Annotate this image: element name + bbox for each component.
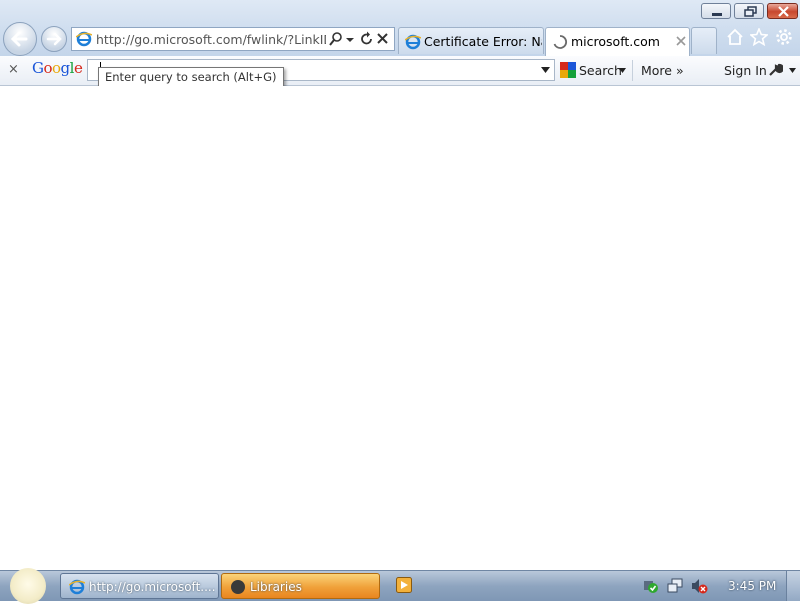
minimize-icon [712,13,722,16]
taskbar: http://go.microsoft.... Libraries 3:45 P… [0,568,800,604]
search-tooltip: Enter query to search (Alt+G) [98,67,284,88]
google-logo[interactable]: Google [32,59,83,77]
tab-certificate-error[interactable]: Certificate Error: Na... [398,27,544,54]
new-tab-button[interactable] [691,27,717,54]
home-icon[interactable] [726,28,744,46]
address-bar[interactable]: http://go.microsoft.com/fwlink/?LinkID=1… [71,27,395,51]
google-search-button[interactable]: Search [579,63,622,78]
security-check-icon[interactable] [642,578,660,594]
restore-icon [744,6,757,17]
close-tab-icon[interactable] [674,34,688,48]
chevron-down-icon[interactable] [541,67,550,73]
address-url[interactable]: http://go.microsoft.com/fwlink/?LinkID=1… [96,32,326,47]
tab-microsoft[interactable]: microsoft.com [545,27,690,56]
taskbar-item-ie[interactable]: http://go.microsoft.... [60,573,219,599]
clock[interactable]: 3:45 PM [728,579,776,593]
wrench-icon[interactable] [767,62,783,78]
tools-gear-icon[interactable] [775,28,793,46]
close-window-button[interactable] [767,3,798,19]
close-icon [778,6,789,17]
favorites-star-icon[interactable] [750,28,768,46]
media-player-icon[interactable] [396,577,412,593]
show-desktop-button[interactable] [786,571,800,601]
taskbar-item-libraries[interactable]: Libraries [221,573,380,599]
taskbar-item-label: http://go.microsoft.... [89,580,215,594]
taskbar-item-label: Libraries [250,580,302,594]
chevron-down-icon[interactable] [789,68,796,73]
back-button[interactable] [3,22,37,56]
network-icon[interactable] [667,578,685,594]
volume-muted-icon[interactable] [691,578,709,594]
forward-arrow-icon [46,32,62,46]
stop-icon[interactable] [375,31,391,47]
loading-icon [553,35,568,49]
minimize-button[interactable] [701,3,731,19]
toolbar-separator [632,60,633,81]
sign-in-link[interactable]: Sign In [724,63,767,78]
toolbar-close-button[interactable]: × [8,62,19,77]
tab-title: microsoft.com [571,34,660,49]
restore-button[interactable] [734,3,764,19]
search-icon[interactable] [328,31,344,47]
ie-icon [76,31,92,47]
refresh-icon[interactable] [359,31,375,47]
start-button[interactable] [10,568,46,604]
page-content[interactable] [0,86,800,570]
ie-icon [69,579,85,595]
tab-title: Certificate Error: Na... [424,34,542,49]
more-button[interactable]: More » [641,63,684,78]
chevron-down-icon[interactable] [619,68,626,73]
back-arrow-icon [10,31,28,47]
forward-button[interactable] [41,26,67,52]
libraries-icon [231,580,245,594]
google-search-icon[interactable] [560,62,576,78]
ie-icon [405,34,421,50]
browser-titlebar: http://go.microsoft.com/fwlink/?LinkID=1… [0,0,800,57]
dropdown-icon[interactable] [345,31,355,47]
